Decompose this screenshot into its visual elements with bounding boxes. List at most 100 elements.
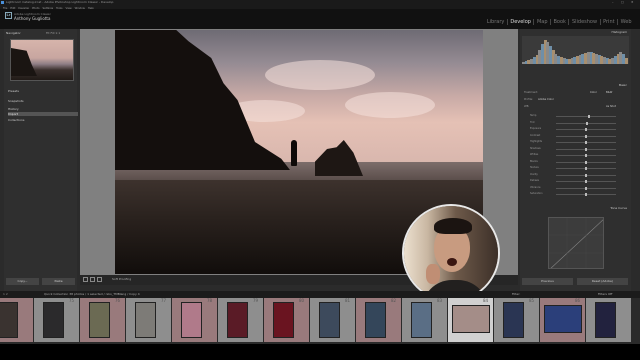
filmstrip-thumbnail[interactable] bbox=[319, 302, 340, 338]
history-item[interactable]: Import bbox=[8, 112, 78, 116]
slider-thumb[interactable] bbox=[585, 193, 587, 196]
slider-clarity[interactable]: Clarity bbox=[530, 173, 622, 177]
slider-track[interactable] bbox=[556, 154, 616, 157]
reset-button[interactable]: Reset (Adobe) bbox=[577, 278, 628, 285]
filmstrip-thumbnail[interactable] bbox=[181, 302, 202, 338]
slider-thumb[interactable] bbox=[587, 115, 590, 118]
slider-whites[interactable]: Whites bbox=[530, 153, 622, 157]
filter-select[interactable]: Filters Off bbox=[598, 292, 612, 296]
slider-dehaze[interactable]: Dehaze bbox=[530, 179, 622, 183]
filmstrip-cell[interactable]: 79 bbox=[218, 298, 263, 342]
histogram-header[interactable]: Histogram bbox=[611, 30, 627, 34]
filmstrip-thumbnail[interactable] bbox=[135, 302, 156, 338]
slider-blacks[interactable]: Blacks bbox=[530, 160, 622, 164]
soft-proofing-toggle[interactable]: Soft Proofing bbox=[112, 277, 131, 281]
presets-panel-header[interactable]: Presets bbox=[8, 89, 78, 93]
slider-track[interactable] bbox=[556, 186, 616, 190]
treatment-color[interactable]: Color bbox=[590, 91, 597, 94]
slider-tint[interactable]: Tint bbox=[530, 121, 622, 125]
filmstrip-cell[interactable]: 75 bbox=[34, 298, 79, 342]
filmstrip-cell[interactable]: 80 bbox=[264, 298, 309, 342]
filmstrip-source[interactable]: Quick Collection 38 photos / 1 selected … bbox=[44, 292, 140, 296]
filmstrip-thumbnail[interactable] bbox=[503, 302, 524, 338]
slider-thumb[interactable] bbox=[585, 141, 587, 144]
collections-panel-header[interactable]: Collections bbox=[8, 118, 78, 122]
filmstrip-cell[interactable]: 82 bbox=[356, 298, 401, 342]
slider-vibrance[interactable]: Vibrance bbox=[530, 186, 622, 190]
filmstrip-thumbnail[interactable] bbox=[227, 302, 248, 338]
navigator-header[interactable]: Navigator bbox=[6, 31, 21, 35]
module-library[interactable]: Library bbox=[484, 19, 508, 25]
slider-track[interactable] bbox=[556, 134, 616, 138]
filmstrip-cell[interactable] bbox=[586, 298, 631, 342]
history-panel-header[interactable]: History bbox=[8, 107, 78, 111]
slider-thumb[interactable] bbox=[585, 147, 587, 151]
slider-thumb[interactable] bbox=[586, 121, 589, 125]
slider-track[interactable] bbox=[556, 141, 616, 144]
filmstrip-thumbnail[interactable] bbox=[365, 302, 386, 338]
basic-panel-header[interactable]: Basic bbox=[619, 83, 627, 87]
slider-contrast[interactable]: Contrast bbox=[530, 134, 622, 138]
module-develop[interactable]: Develop bbox=[508, 19, 535, 25]
slider-thumb[interactable] bbox=[585, 134, 587, 138]
filmstrip-thumbnail[interactable] bbox=[273, 302, 294, 338]
slider-texture[interactable]: Texture bbox=[530, 166, 622, 170]
navigator-preview[interactable] bbox=[10, 39, 74, 81]
filmstrip-thumbnail[interactable] bbox=[411, 302, 432, 338]
module-map[interactable]: Map bbox=[534, 19, 551, 25]
slider-temp[interactable]: Temp bbox=[530, 114, 622, 118]
slider-track[interactable] bbox=[556, 160, 616, 164]
slider-track[interactable] bbox=[556, 115, 616, 118]
slider-track[interactable] bbox=[556, 128, 616, 131]
navigator-zoom-options[interactable]: Fit Fill 1:1 bbox=[46, 31, 60, 35]
slider-thumb[interactable] bbox=[585, 128, 587, 131]
slider-thumb[interactable] bbox=[585, 160, 587, 164]
filmstrip-thumbnail[interactable] bbox=[544, 305, 582, 333]
module-print[interactable]: Print bbox=[601, 19, 619, 25]
tone-curve-header[interactable]: Tone Curve bbox=[610, 206, 627, 210]
previous-button[interactable]: Previous bbox=[522, 278, 573, 285]
filmstrip-cell[interactable]: 81 bbox=[310, 298, 355, 342]
compare-icon[interactable] bbox=[97, 277, 102, 282]
slider-track[interactable] bbox=[556, 167, 616, 170]
slider-track[interactable] bbox=[556, 173, 616, 177]
slider-exposure[interactable]: Exposure bbox=[530, 127, 622, 131]
before-after-icon[interactable] bbox=[90, 277, 95, 282]
slider-shadows[interactable]: Shadows bbox=[530, 147, 622, 151]
module-book[interactable]: Book bbox=[551, 19, 570, 25]
loupe-view-icon[interactable] bbox=[83, 277, 88, 282]
filmstrip-cell[interactable]: 86 bbox=[540, 298, 585, 342]
slider-thumb[interactable] bbox=[585, 167, 587, 170]
slider-thumb[interactable] bbox=[585, 186, 587, 190]
wb-select[interactable]: As Shot bbox=[606, 105, 616, 108]
filmstrip-cell[interactable]: 84 bbox=[448, 298, 493, 342]
copy-settings-button[interactable]: Copy... bbox=[6, 278, 39, 285]
secondary-display-buttons[interactable]: 1 2 bbox=[3, 292, 8, 296]
snapshots-panel-header[interactable]: Snapshots bbox=[8, 99, 78, 103]
filmstrip-cell[interactable]: 85 bbox=[494, 298, 539, 342]
slider-track[interactable] bbox=[556, 147, 616, 151]
slider-highlights[interactable]: Highlights bbox=[530, 140, 622, 144]
slider-track[interactable] bbox=[556, 121, 616, 125]
filmstrip-thumbnail[interactable] bbox=[89, 302, 110, 338]
slider-thumb[interactable] bbox=[585, 173, 587, 177]
profile-select[interactable]: Adobe Color bbox=[538, 98, 554, 101]
paste-settings-button[interactable]: Paste bbox=[42, 278, 75, 285]
filmstrip-thumbnail[interactable] bbox=[452, 305, 490, 333]
filmstrip-thumbnail[interactable] bbox=[0, 302, 18, 338]
slider-thumb[interactable] bbox=[585, 180, 587, 183]
filmstrip-thumbnail[interactable] bbox=[595, 302, 616, 338]
slider-track[interactable] bbox=[556, 193, 616, 196]
filmstrip-cell[interactable] bbox=[0, 298, 33, 342]
treatment-bw[interactable]: B&W bbox=[606, 91, 612, 94]
module-slideshow[interactable]: Slideshow bbox=[569, 19, 601, 25]
slider-thumb[interactable] bbox=[585, 154, 587, 157]
slider-track[interactable] bbox=[556, 180, 616, 183]
slider-saturation[interactable]: Saturation bbox=[530, 192, 622, 196]
filmstrip-cell[interactable]: 76 bbox=[80, 298, 125, 342]
filmstrip-cell[interactable]: 83 bbox=[402, 298, 447, 342]
filmstrip-cell[interactable]: 77 bbox=[126, 298, 171, 342]
module-web[interactable]: Web bbox=[618, 19, 634, 25]
filmstrip-thumbnail[interactable] bbox=[43, 302, 64, 338]
filmstrip-cell[interactable]: 78 bbox=[172, 298, 217, 342]
